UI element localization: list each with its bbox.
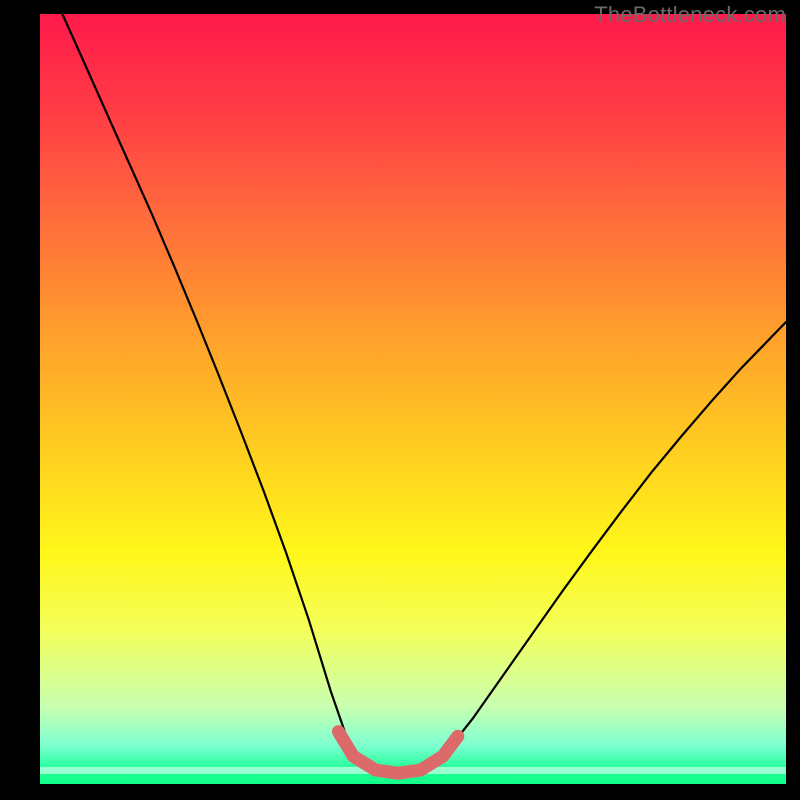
chart-plot-area bbox=[40, 14, 786, 784]
watermark-label: TheBottleneck.com bbox=[594, 2, 786, 28]
curve-right-branch bbox=[443, 322, 786, 756]
curve-left-branch bbox=[62, 14, 353, 756]
chart-svg bbox=[40, 14, 786, 784]
chart-frame: TheBottleneck.com bbox=[0, 0, 800, 800]
curve-bottom-highlight bbox=[338, 732, 457, 774]
